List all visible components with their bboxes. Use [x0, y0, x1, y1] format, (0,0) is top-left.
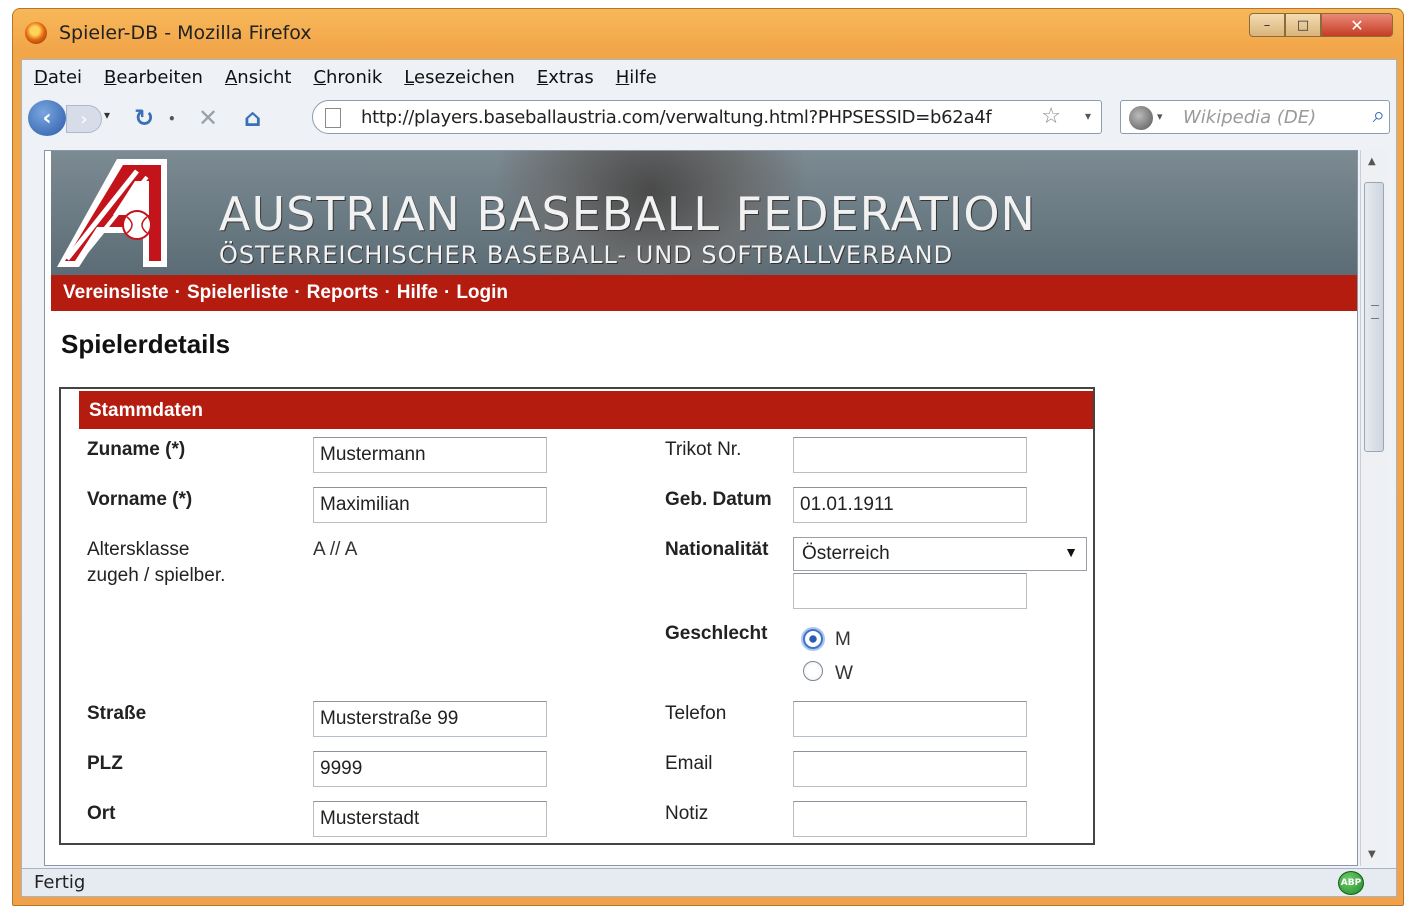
zuname-label: Zuname (*): [87, 439, 186, 460]
stammdaten-form: Stammdaten Zuname (*) Mustermann Vorname…: [59, 387, 1095, 845]
search-placeholder[interactable]: Wikipedia (DE): [1183, 107, 1316, 128]
nav-login[interactable]: Login: [456, 282, 508, 304]
reload-icon[interactable]: ↻: [134, 104, 154, 132]
geschlecht-m-radio[interactable]: [803, 629, 823, 649]
url-text[interactable]: http://players.baseballaustria.com/verwa…: [361, 107, 992, 128]
site-navigation: Vereinsliste · Spielerliste · Reports · …: [51, 275, 1357, 311]
plz-field[interactable]: 9999: [313, 751, 547, 787]
notiz-label: Notiz: [665, 803, 709, 824]
menu-ansicht[interactable]: Ansicht: [225, 67, 291, 88]
menu-datei[interactable]: Datei: [34, 67, 82, 88]
banner-subtitle: ÖSTERREICHISCHER BASEBALL- UND SOFTBALLV…: [219, 241, 954, 269]
navigation-toolbar: ‹ › ▾ ↻ • ✕ ⌂ http://players.baseballaus…: [22, 96, 1396, 140]
banner-title: AUSTRIAN BASEBALL FEDERATION: [219, 187, 1036, 241]
back-icon[interactable]: ‹: [28, 100, 66, 136]
geschlecht-label: Geschlecht: [665, 623, 768, 644]
email-field[interactable]: [793, 751, 1027, 787]
window-controls: – □ ✕: [1249, 13, 1393, 37]
email-label: Email: [665, 753, 713, 774]
geb-datum-field[interactable]: 01.01.1911: [793, 487, 1027, 523]
strasse-label: Straße: [87, 703, 147, 724]
adblock-icon[interactable]: ABP: [1338, 871, 1364, 895]
close-button[interactable]: ✕: [1321, 13, 1393, 37]
notiz-field[interactable]: [793, 801, 1027, 837]
nav-hilfe[interactable]: Hilfe: [397, 282, 438, 304]
menu-bar: Datei Bearbeiten Ansicht Chronik Lesezei…: [22, 60, 1396, 94]
search-bar[interactable]: ▾ Wikipedia (DE) ⌕: [1120, 100, 1390, 134]
vorname-field[interactable]: Maximilian: [313, 487, 547, 523]
altersklasse-label-2: zugeh / spielber.: [87, 565, 226, 586]
home-icon[interactable]: ⌂: [244, 104, 261, 132]
grip-icon: [1371, 305, 1379, 319]
nationalitaet-extra-field[interactable]: [793, 573, 1027, 609]
federation-logo: [57, 159, 167, 267]
url-dropdown-icon[interactable]: ▾: [1085, 109, 1091, 123]
wikipedia-icon[interactable]: [1129, 106, 1153, 130]
browser-chrome: Datei Bearbeiten Ansicht Chronik Lesezei…: [21, 59, 1397, 897]
status-bar: Fertig ABP: [22, 868, 1396, 896]
menu-hilfe[interactable]: Hilfe: [616, 67, 657, 88]
history-dropdown-icon[interactable]: ▾: [104, 108, 110, 122]
stop-icon[interactable]: ✕: [198, 104, 218, 132]
page-icon: [325, 108, 341, 128]
status-text: Fertig: [34, 872, 86, 893]
nav-separator: ·: [294, 282, 301, 303]
search-engine-dropdown-icon[interactable]: ▾: [1157, 110, 1163, 123]
nav-spielerliste[interactable]: Spielerliste: [187, 282, 288, 304]
nationalitaet-selected: Österreich: [802, 543, 890, 564]
scroll-down-icon[interactable]: ▼: [1368, 849, 1376, 860]
nationalitaet-select[interactable]: Österreich ▼: [793, 537, 1087, 571]
zuname-field[interactable]: Mustermann: [313, 437, 547, 473]
forward-icon[interactable]: ›: [66, 105, 102, 133]
maximize-button[interactable]: □: [1285, 13, 1321, 37]
bookmark-star-icon[interactable]: ☆: [1041, 104, 1061, 129]
vorname-label: Vorname (*): [87, 489, 193, 510]
strasse-field[interactable]: Musterstraße 99: [313, 701, 547, 737]
vertical-scrollbar[interactable]: ▲ ▼: [1360, 150, 1386, 866]
telefon-field[interactable]: [793, 701, 1027, 737]
firefox-icon: [25, 22, 47, 44]
geschlecht-m-label: M: [835, 629, 851, 650]
site-banner: AUSTRIAN BASEBALL FEDERATION ÖSTERREICHI…: [51, 151, 1357, 275]
menu-bearbeiten[interactable]: Bearbeiten: [104, 67, 203, 88]
url-bar[interactable]: http://players.baseballaustria.com/verwa…: [312, 100, 1102, 134]
nav-vereinsliste[interactable]: Vereinsliste: [63, 282, 169, 304]
trikot-field[interactable]: [793, 437, 1027, 473]
ort-label: Ort: [87, 803, 116, 824]
menu-extras[interactable]: Extras: [537, 67, 594, 88]
menu-lesezeichen[interactable]: Lesezeichen: [404, 67, 515, 88]
window-title: Spieler-DB - Mozilla Firefox: [59, 22, 312, 44]
geschlecht-w-label: W: [835, 663, 853, 684]
geb-datum-label: Geb. Datum: [665, 489, 772, 510]
geschlecht-w-radio[interactable]: [803, 661, 823, 681]
scroll-up-icon[interactable]: ▲: [1368, 156, 1376, 167]
reload-dropdown-icon[interactable]: •: [168, 112, 176, 126]
page-title: Spielerdetails: [61, 329, 231, 359]
plz-label: PLZ: [87, 753, 123, 774]
nav-reports[interactable]: Reports: [307, 282, 379, 304]
scrollbar-thumb[interactable]: [1364, 182, 1384, 452]
search-icon[interactable]: ⌕: [1373, 103, 1385, 128]
altersklasse-label: Altersklasse: [87, 539, 190, 560]
nav-separator: ·: [384, 282, 391, 303]
telefon-label: Telefon: [665, 703, 727, 724]
browser-window: Spieler-DB - Mozilla Firefox – □ ✕ Datei…: [12, 8, 1404, 906]
ort-field[interactable]: Musterstadt: [313, 801, 547, 837]
nationalitaet-label: Nationalität: [665, 539, 769, 560]
nav-separator: ·: [443, 282, 451, 303]
page-viewport: AUSTRIAN BASEBALL FEDERATION ÖSTERREICHI…: [44, 150, 1358, 866]
menu-chronik[interactable]: Chronik: [313, 67, 382, 88]
altersklasse-value: A // A: [313, 539, 358, 560]
chevron-down-icon: ▼: [1064, 544, 1078, 560]
trikot-label: Trikot Nr.: [665, 439, 742, 460]
form-section-header: Stammdaten: [79, 391, 1093, 429]
title-bar: Spieler-DB - Mozilla Firefox – □ ✕: [13, 9, 1403, 57]
minimize-button[interactable]: –: [1249, 13, 1285, 37]
nav-separator: ·: [174, 282, 181, 303]
